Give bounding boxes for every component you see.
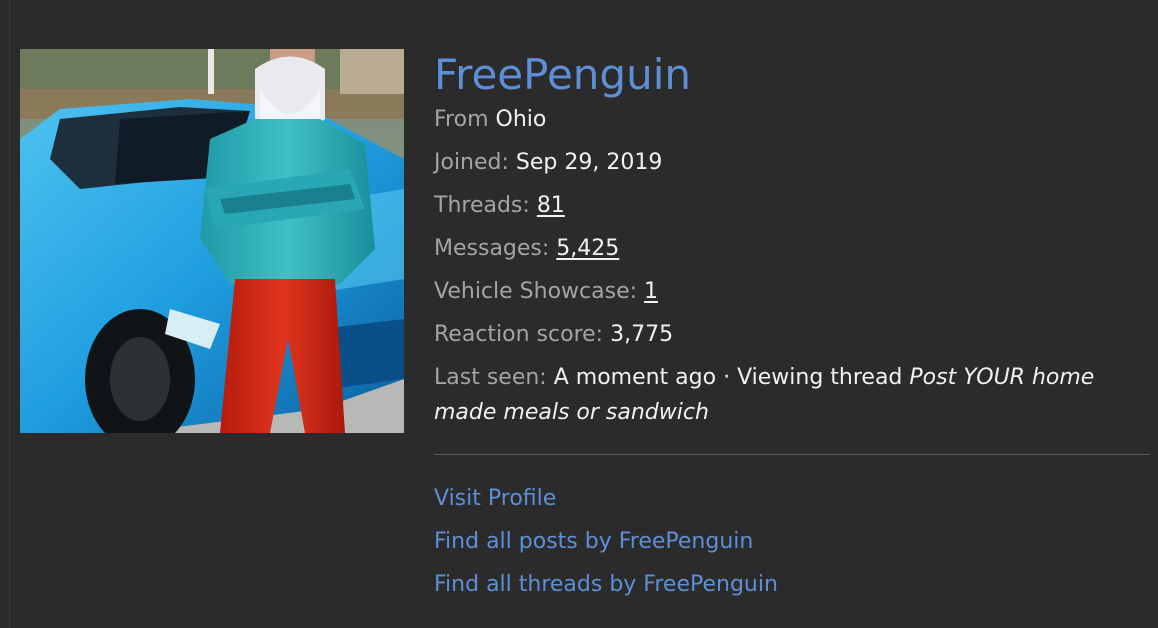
messages-count-link[interactable]: 5,425 — [556, 236, 619, 261]
threads-label: Threads: — [434, 193, 530, 218]
joined-row: Joined: Sep 29, 2019 — [434, 145, 1150, 188]
threads-count-link[interactable]: 81 — [537, 193, 565, 218]
messages-row: Messages: 5,425 — [434, 231, 1150, 274]
joined-value: Sep 29, 2019 — [515, 150, 663, 175]
vehicle-showcase-count-link[interactable]: 1 — [644, 279, 658, 304]
visit-profile-link[interactable]: Visit Profile — [434, 481, 778, 524]
vehicle-showcase-row: Vehicle Showcase: 1 — [434, 274, 1150, 317]
section-divider — [434, 454, 1150, 455]
location-value: Ohio — [495, 107, 547, 132]
joined-label: Joined: — [434, 150, 509, 175]
user-avatar[interactable] — [20, 49, 404, 433]
last-seen-value: A moment ago · Viewing thread — [553, 365, 903, 390]
reaction-score-row: Reaction score: 3,775 — [434, 317, 1150, 360]
threads-row: Threads: 81 — [434, 188, 1150, 231]
username[interactable]: FreePenguin — [434, 48, 1150, 102]
left-edge-divider — [9, 0, 10, 628]
messages-label: Messages: — [434, 236, 550, 261]
reaction-score-label: Reaction score: — [434, 322, 604, 347]
member-info: FreePenguin From Ohio Joined: Sep 29, 20… — [434, 48, 1150, 430]
reaction-score-value: 3,775 — [610, 322, 674, 347]
last-seen-row: Last seen: A moment ago · Viewing thread… — [434, 360, 1150, 430]
vehicle-showcase-label: Vehicle Showcase: — [434, 279, 638, 304]
profile-links: Visit Profile Find all posts by FreePeng… — [434, 481, 778, 610]
find-threads-link[interactable]: Find all threads by FreePenguin — [434, 567, 778, 610]
location-label: From — [434, 107, 489, 132]
last-seen-label: Last seen: — [434, 365, 547, 390]
find-posts-link[interactable]: Find all posts by FreePenguin — [434, 524, 778, 567]
location-row: From Ohio — [434, 102, 1150, 145]
